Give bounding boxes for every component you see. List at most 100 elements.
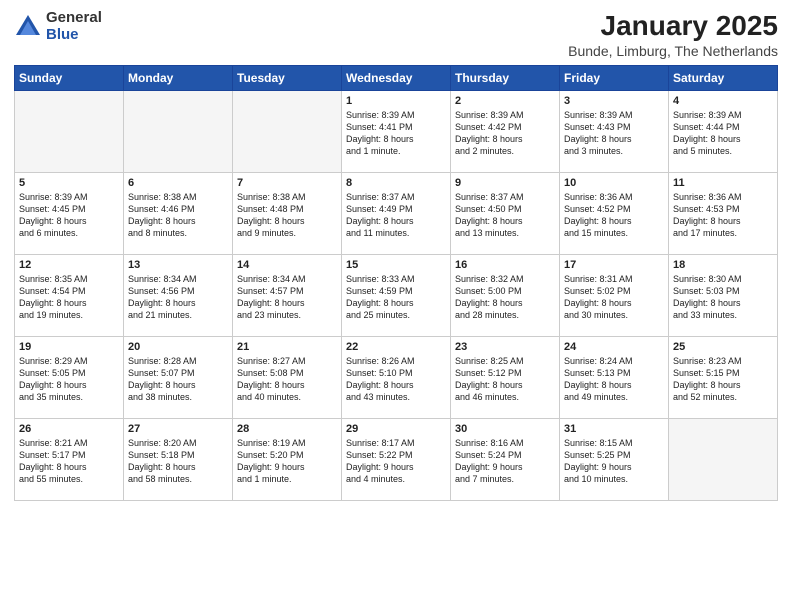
day-info: Sunrise: 8:39 AM Sunset: 4:43 PM Dayligh… [564,109,664,158]
day-number: 26 [19,423,119,435]
calendar-cell: 18 Sunrise: 8:30 AM Sunset: 5:03 PM Dayli… [669,255,778,337]
calendar-cell: 4 Sunrise: 8:39 AM Sunset: 4:44 PM Daylig… [669,91,778,173]
day-info: Sunrise: 8:34 AM Sunset: 4:57 PM Dayligh… [237,273,337,322]
day-info: Sunrise: 8:24 AM Sunset: 5:13 PM Dayligh… [564,355,664,404]
day-info: Sunrise: 8:16 AM Sunset: 5:24 PM Dayligh… [455,437,555,486]
day-number: 1 [346,95,446,107]
day-info: Sunrise: 8:38 AM Sunset: 4:46 PM Dayligh… [128,191,228,240]
day-number: 16 [455,259,555,271]
weekday-header-sunday: Sunday [15,66,124,91]
day-number: 2 [455,95,555,107]
calendar-table: SundayMondayTuesdayWednesdayThursdayFrid… [14,65,778,501]
day-info: Sunrise: 8:28 AM Sunset: 5:07 PM Dayligh… [128,355,228,404]
day-number: 25 [673,341,773,353]
calendar-cell: 21 Sunrise: 8:27 AM Sunset: 5:08 PM Dayli… [233,337,342,419]
day-info: Sunrise: 8:36 AM Sunset: 4:53 PM Dayligh… [673,191,773,240]
day-info: Sunrise: 8:37 AM Sunset: 4:49 PM Dayligh… [346,191,446,240]
day-number: 4 [673,95,773,107]
calendar-cell: 8Sunrise: 8:37 AM Sunset: 4:49 PM Daylig… [342,173,451,255]
logo-general: General [46,10,102,27]
calendar-cell: 27 Sunrise: 8:20 AM Sunset: 5:18 PM Dayli… [124,419,233,501]
day-number: 3 [564,95,664,107]
day-number: 5 [19,177,119,189]
calendar-cell: 13Sunrise: 8:34 AM Sunset: 4:56 PM Dayli… [124,255,233,337]
day-number: 21 [237,341,337,353]
header: General Blue January 2025 Bunde, Limburg… [14,10,778,59]
weekday-header-saturday: Saturday [669,66,778,91]
day-number: 20 [128,341,228,353]
calendar-cell: 31Sunrise: 8:15 AM Sunset: 5:25 PM Dayli… [560,419,669,501]
calendar-week-3: 12Sunrise: 8:35 AM Sunset: 4:54 PM Dayli… [15,255,778,337]
weekday-header-friday: Friday [560,66,669,91]
logo: General Blue [14,10,102,43]
day-number: 14 [237,259,337,271]
calendar-cell: 10Sunrise: 8:36 AM Sunset: 4:52 PM Dayli… [560,173,669,255]
calendar-cell: 1 Sunrise: 8:39 AM Sunset: 4:41 PM Daylig… [342,91,451,173]
calendar-cell: 7 Sunrise: 8:38 AM Sunset: 4:48 PM Daylig… [233,173,342,255]
weekday-header-thursday: Thursday [451,66,560,91]
calendar-cell: 14 Sunrise: 8:34 AM Sunset: 4:57 PM Dayli… [233,255,342,337]
calendar-header: SundayMondayTuesdayWednesdayThursdayFrid… [15,66,778,91]
title-block: January 2025 Bunde, Limburg, The Netherl… [568,10,778,59]
logo-text: General Blue [46,10,102,43]
day-number: 7 [237,177,337,189]
day-number: 23 [455,341,555,353]
calendar-cell: 15 Sunrise: 8:33 AM Sunset: 4:59 PM Dayli… [342,255,451,337]
calendar-cell: 5 Sunrise: 8:39 AM Sunset: 4:45 PM Daylig… [15,173,124,255]
day-info: Sunrise: 8:30 AM Sunset: 5:03 PM Dayligh… [673,273,773,322]
day-number: 24 [564,341,664,353]
day-info: Sunrise: 8:38 AM Sunset: 4:48 PM Dayligh… [237,191,337,240]
calendar-cell [15,91,124,173]
month-title: January 2025 [568,10,778,42]
day-number: 30 [455,423,555,435]
calendar-cell [669,419,778,501]
day-info: Sunrise: 8:20 AM Sunset: 5:18 PM Dayligh… [128,437,228,486]
day-number: 11 [673,177,773,189]
calendar-cell: 24 Sunrise: 8:24 AM Sunset: 5:13 PM Dayli… [560,337,669,419]
day-number: 17 [564,259,664,271]
calendar-cell: 6 Sunrise: 8:38 AM Sunset: 4:46 PM Daylig… [124,173,233,255]
day-info: Sunrise: 8:29 AM Sunset: 5:05 PM Dayligh… [19,355,119,404]
calendar-cell: 20 Sunrise: 8:28 AM Sunset: 5:07 PM Dayli… [124,337,233,419]
calendar-cell: 25 Sunrise: 8:23 AM Sunset: 5:15 PM Dayli… [669,337,778,419]
day-number: 6 [128,177,228,189]
calendar-cell: 17 Sunrise: 8:31 AM Sunset: 5:02 PM Dayli… [560,255,669,337]
day-number: 28 [237,423,337,435]
calendar-week-2: 5 Sunrise: 8:39 AM Sunset: 4:45 PM Daylig… [15,173,778,255]
calendar-cell [233,91,342,173]
day-number: 31 [564,423,664,435]
calendar-cell: 2 Sunrise: 8:39 AM Sunset: 4:42 PM Daylig… [451,91,560,173]
day-info: Sunrise: 8:31 AM Sunset: 5:02 PM Dayligh… [564,273,664,322]
weekday-header-monday: Monday [124,66,233,91]
logo-icon [14,13,42,41]
day-number: 22 [346,341,446,353]
calendar-cell: 19Sunrise: 8:29 AM Sunset: 5:05 PM Dayli… [15,337,124,419]
calendar-cell: 23Sunrise: 8:25 AM Sunset: 5:12 PM Dayli… [451,337,560,419]
day-info: Sunrise: 8:39 AM Sunset: 4:41 PM Dayligh… [346,109,446,158]
calendar-cell: 30 Sunrise: 8:16 AM Sunset: 5:24 PM Dayli… [451,419,560,501]
calendar-cell: 28Sunrise: 8:19 AM Sunset: 5:20 PM Dayli… [233,419,342,501]
day-number: 15 [346,259,446,271]
calendar-body: 1 Sunrise: 8:39 AM Sunset: 4:41 PM Daylig… [15,91,778,501]
day-info: Sunrise: 8:33 AM Sunset: 4:59 PM Dayligh… [346,273,446,322]
day-info: Sunrise: 8:17 AM Sunset: 5:22 PM Dayligh… [346,437,446,486]
day-info: Sunrise: 8:26 AM Sunset: 5:10 PM Dayligh… [346,355,446,404]
day-number: 27 [128,423,228,435]
calendar-cell: 22 Sunrise: 8:26 AM Sunset: 5:10 PM Dayli… [342,337,451,419]
calendar-cell: 16 Sunrise: 8:32 AM Sunset: 5:00 PM Dayli… [451,255,560,337]
day-info: Sunrise: 8:39 AM Sunset: 4:42 PM Dayligh… [455,109,555,158]
weekday-header-tuesday: Tuesday [233,66,342,91]
day-info: Sunrise: 8:23 AM Sunset: 5:15 PM Dayligh… [673,355,773,404]
weekday-row: SundayMondayTuesdayWednesdayThursdayFrid… [15,66,778,91]
day-info: Sunrise: 8:39 AM Sunset: 4:44 PM Dayligh… [673,109,773,158]
day-info: Sunrise: 8:36 AM Sunset: 4:52 PM Dayligh… [564,191,664,240]
calendar-cell: 11 Sunrise: 8:36 AM Sunset: 4:53 PM Dayli… [669,173,778,255]
day-info: Sunrise: 8:27 AM Sunset: 5:08 PM Dayligh… [237,355,337,404]
calendar-cell: 3 Sunrise: 8:39 AM Sunset: 4:43 PM Daylig… [560,91,669,173]
day-info: Sunrise: 8:39 AM Sunset: 4:45 PM Dayligh… [19,191,119,240]
day-number: 9 [455,177,555,189]
calendar-week-5: 26Sunrise: 8:21 AM Sunset: 5:17 PM Dayli… [15,419,778,501]
calendar-week-1: 1 Sunrise: 8:39 AM Sunset: 4:41 PM Daylig… [15,91,778,173]
day-info: Sunrise: 8:32 AM Sunset: 5:00 PM Dayligh… [455,273,555,322]
day-number: 18 [673,259,773,271]
